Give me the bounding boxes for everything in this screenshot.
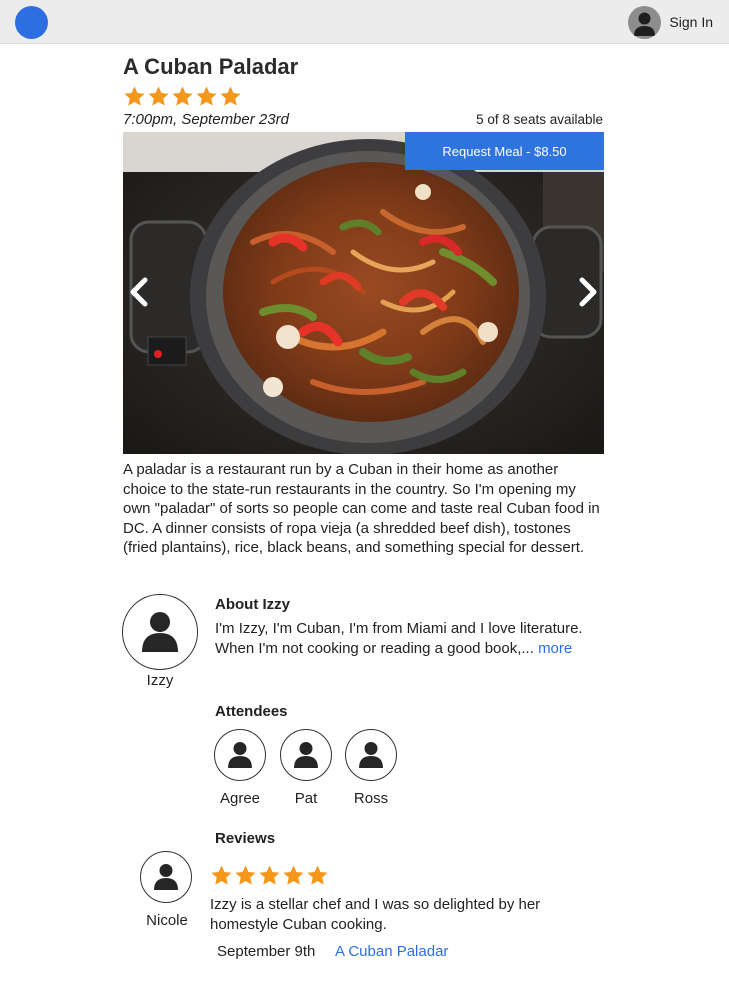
attendee-avatar[interactable] xyxy=(280,729,332,781)
review-rating xyxy=(210,864,329,887)
about-heading: About Izzy xyxy=(215,596,290,613)
attendee-avatar[interactable] xyxy=(214,729,266,781)
user-icon xyxy=(628,5,662,39)
user-icon xyxy=(228,742,252,768)
review-event-link[interactable]: A Cuban Paladar xyxy=(335,943,448,960)
request-meal-button[interactable]: Request Meal - $8.50 xyxy=(405,132,604,170)
star-icon xyxy=(307,865,328,885)
star-icon xyxy=(283,865,304,885)
user-icon xyxy=(359,742,383,768)
top-bar: Sign In xyxy=(0,0,729,44)
star-icon xyxy=(259,865,280,885)
attendee-item: Pat xyxy=(279,729,333,807)
host-avatar[interactable] xyxy=(122,594,198,670)
star-icon xyxy=(211,865,232,885)
user-icon xyxy=(142,612,178,652)
event-title: A Cuban Paladar xyxy=(123,54,299,79)
chevron-left-icon[interactable] xyxy=(128,277,150,312)
star-icon xyxy=(196,86,217,106)
host-name: Izzy xyxy=(146,672,174,689)
attendee-name: Ross xyxy=(353,790,389,807)
seats-available: 5 of 8 seats available xyxy=(476,112,603,127)
review-date: September 9th xyxy=(217,943,316,960)
meal-photo-carousel: Request Meal - $8.50 xyxy=(123,132,604,454)
event-rating xyxy=(123,85,242,108)
attendees-heading: Attendees xyxy=(215,703,288,720)
sign-in-button[interactable]: Sign In xyxy=(628,5,713,39)
review-text: Izzy is a stellar chef and I was so deli… xyxy=(210,896,541,933)
event-datetime: 7:00pm, September 23rd xyxy=(123,111,289,128)
sign-in-label: Sign In xyxy=(669,14,713,30)
star-icon xyxy=(172,86,193,106)
star-icon xyxy=(235,865,256,885)
reviewer-avatar[interactable] xyxy=(140,851,192,903)
attendee-name: Pat xyxy=(294,790,318,807)
chevron-right-icon[interactable] xyxy=(577,277,599,312)
about-body: I'm Izzy, I'm Cuban, I'm from Miami and … xyxy=(215,620,583,657)
event-description: A paladar is a restaurant run by a Cuban… xyxy=(123,461,600,556)
attendee-avatar[interactable] xyxy=(345,729,397,781)
star-icon xyxy=(220,86,241,106)
user-icon xyxy=(294,742,318,768)
attendee-item: Ross xyxy=(344,729,398,807)
meal-photo xyxy=(123,132,604,454)
logo-icon[interactable] xyxy=(15,6,48,39)
user-icon xyxy=(154,864,178,890)
reviews-heading: Reviews xyxy=(215,830,276,847)
reviewer-name: Nicole xyxy=(146,912,188,929)
star-icon xyxy=(124,86,145,106)
more-link[interactable]: more xyxy=(538,640,572,657)
about-text: I'm Izzy, I'm Cuban, I'm from Miami and … xyxy=(215,619,595,658)
star-icon xyxy=(148,86,169,106)
attendee-item: Agree xyxy=(213,729,267,807)
attendee-name: Agree xyxy=(219,790,261,807)
